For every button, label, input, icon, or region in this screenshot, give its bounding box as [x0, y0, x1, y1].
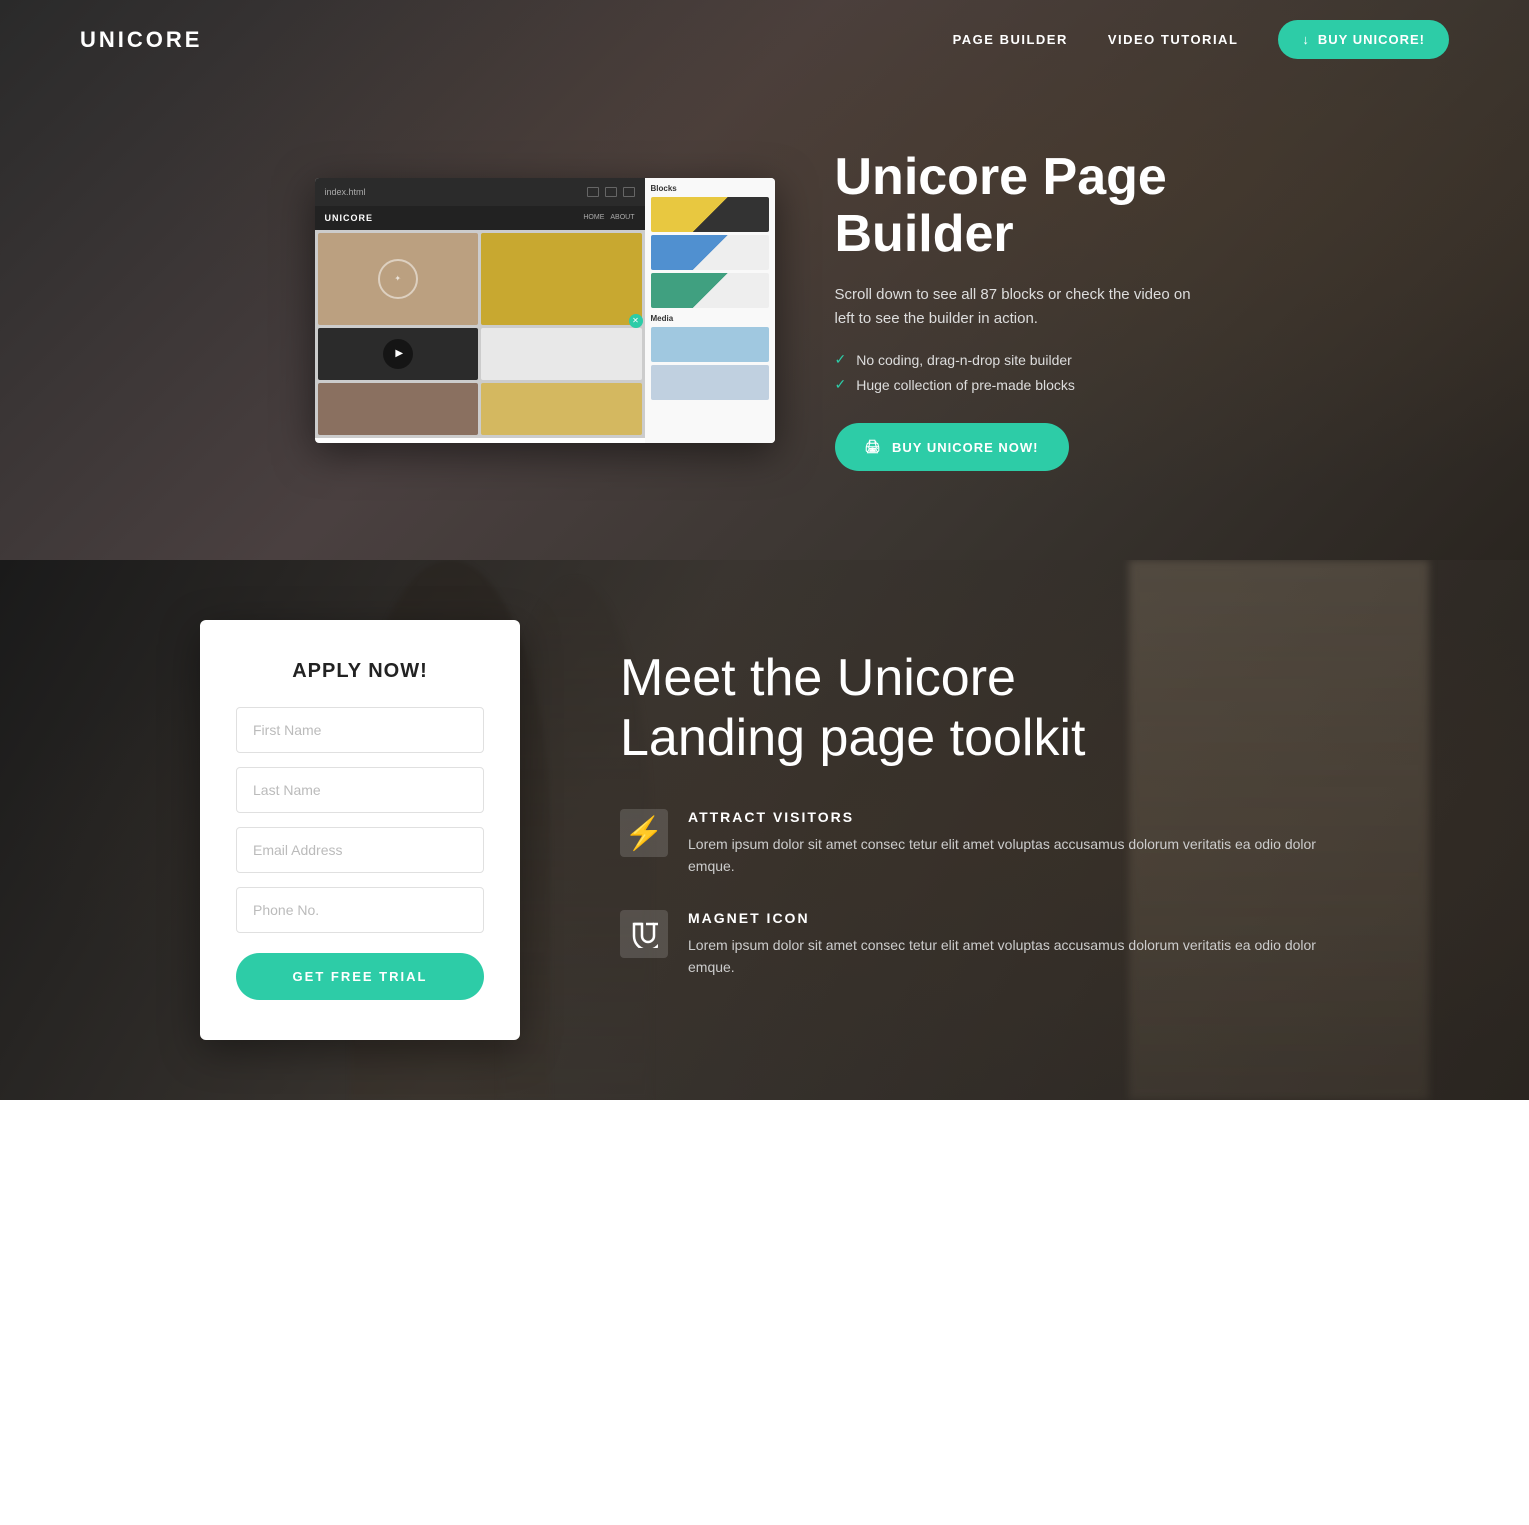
section2-content: APPLY NOW! GET FREE TRIAL Meet the Unico… [0, 560, 1529, 1100]
mockup-block-thumb-2 [651, 235, 769, 270]
nav-logo: UNICORE [80, 27, 202, 53]
navbar: UNICORE PAGE BUILDER VIDEO TUTORIAL ↓ BU… [0, 0, 1529, 79]
lightning-icon-wrapper: ⚡ [620, 809, 668, 857]
mockup-media-thumb-2 [651, 365, 769, 400]
mockup-logo-badge: ✦ [378, 259, 418, 299]
feature-attract-desc: Lorem ipsum dolor sit amet consec tetur … [688, 833, 1329, 878]
mockup-media-section: Media [651, 314, 769, 400]
feature-attract: ⚡ ATTRACT VISITORS Lorem ipsum dolor sit… [620, 809, 1329, 878]
last-name-input[interactable] [236, 767, 484, 813]
hero-feature-1: ✓ No coding, drag-n-drop site builder [835, 351, 1215, 368]
mockup-left-panel: index.html UNICORE HOME ABOUT [315, 178, 645, 443]
builder-mockup: index.html UNICORE HOME ABOUT [315, 178, 775, 443]
mockup-nav-home: HOME [583, 214, 604, 221]
mockup-image-2 [481, 233, 642, 325]
mockup-image-5 [318, 383, 479, 435]
mockup-tablet-icon [605, 187, 617, 197]
check-icon-2: ✓ [835, 376, 847, 393]
hero-title: Unicore Page Builder [835, 149, 1215, 263]
mockup-right-panel: Blocks Media ✕ [645, 178, 775, 443]
feature-magnet-title: MAGNET ICON [688, 910, 1329, 926]
check-icon-1: ✓ [835, 351, 847, 368]
mockup-image-6 [481, 383, 642, 435]
mockup-block-thumb-3 [651, 273, 769, 308]
feature-magnet-text: MAGNET ICON Lorem ipsum dolor sit amet c… [688, 910, 1329, 979]
mockup-header: UNICORE HOME ABOUT [315, 206, 645, 230]
mockup-toolbar-icons [587, 187, 635, 197]
mockup-media-label: Media [651, 314, 769, 323]
hero-section: index.html UNICORE HOME ABOUT [0, 0, 1529, 560]
mockup-file-name: index.html [325, 187, 366, 197]
mockup-image-grid: ✦ ▶ [315, 230, 645, 438]
mockup-header-logo: UNICORE [325, 213, 374, 223]
feature-magnet: MAGNET ICON Lorem ipsum dolor sit amet c… [620, 910, 1329, 979]
mockup-media-thumb-1 [651, 327, 769, 362]
feature-attract-text: ATTRACT VISITORS Lorem ipsum dolor sit a… [688, 809, 1329, 878]
feature-magnet-desc: Lorem ipsum dolor sit amet consec tetur … [688, 934, 1329, 979]
section2: APPLY NOW! GET FREE TRIAL Meet the Unico… [0, 560, 1529, 1100]
nav-link-page-builder[interactable]: PAGE BUILDER [953, 32, 1068, 47]
mockup-toolbar: index.html [315, 178, 645, 206]
mockup-play-button[interactable]: ▶ [383, 339, 413, 369]
download-icon: ↓ [1302, 32, 1310, 47]
mockup-image-3: ▶ [318, 328, 479, 380]
mockup-nav-about: ABOUT [610, 214, 634, 221]
lightning-icon: ⚡ [620, 809, 668, 857]
hero-features-list: ✓ No coding, drag-n-drop site builder ✓ … [835, 351, 1215, 393]
apply-title: APPLY NOW! [236, 660, 484, 683]
magnet-icon [620, 910, 668, 958]
mockup-desktop-icon [623, 187, 635, 197]
phone-input[interactable] [236, 887, 484, 933]
nav-buy-button[interactable]: ↓ BUY UNICORE! [1278, 20, 1449, 59]
hero-feature-2: ✓ Huge collection of pre-made blocks [835, 376, 1215, 393]
mockup-blocks-label: Blocks [651, 184, 769, 193]
cart-icon: 🖨 [865, 439, 883, 455]
hero-description: Scroll down to see all 87 blocks or chec… [835, 283, 1215, 331]
mockup-image-1: ✦ [318, 233, 479, 325]
mockup-header-links: HOME ABOUT [583, 214, 634, 221]
first-name-input[interactable] [236, 707, 484, 753]
apply-form-card: APPLY NOW! GET FREE TRIAL [200, 620, 520, 1040]
hero-content: index.html UNICORE HOME ABOUT [315, 89, 1215, 471]
mockup-mobile-icon [587, 187, 599, 197]
hero-text: Unicore Page Builder Scroll down to see … [835, 149, 1215, 471]
magnet-icon-wrapper [620, 910, 668, 958]
email-address-input[interactable] [236, 827, 484, 873]
nav-link-video-tutorial[interactable]: VIDEO TUTORIAL [1108, 32, 1239, 47]
hero-cta-button[interactable]: 🖨 BUY UNICORE NOW! [835, 423, 1069, 471]
get-free-trial-button[interactable]: GET FREE TRIAL [236, 953, 484, 1000]
mockup-block-thumb-1 [651, 197, 769, 232]
section2-right-content: Meet the Unicore Landing page toolkit ⚡ … [620, 649, 1329, 1010]
builder-mockup-wrapper: index.html UNICORE HOME ABOUT [315, 178, 775, 443]
section2-main-title: Meet the Unicore Landing page toolkit [620, 649, 1329, 769]
nav-links: PAGE BUILDER VIDEO TUTORIAL ↓ BUY UNICOR… [953, 20, 1449, 59]
feature-attract-title: ATTRACT VISITORS [688, 809, 1329, 825]
mockup-image-4 [481, 328, 642, 380]
